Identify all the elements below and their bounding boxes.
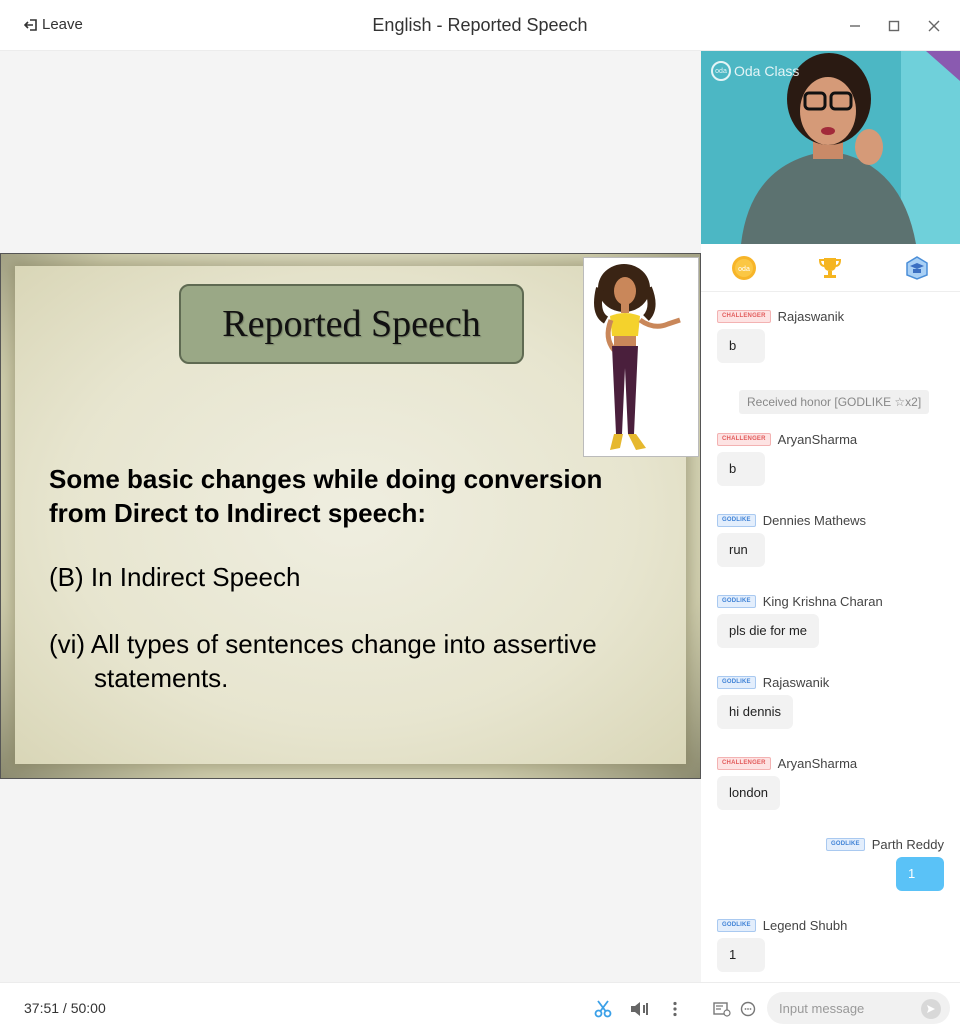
tab-class-rank[interactable] (903, 254, 931, 282)
rank-badge: CHALLENGER (717, 432, 771, 446)
rank-badge: GODLIKE (826, 837, 865, 851)
chat-bubble: hi dennis (717, 695, 794, 729)
chat-bubble: b (717, 452, 765, 486)
rank-badge: GODLIKE (717, 513, 756, 527)
chat-username: King Krishna Charan (762, 593, 883, 609)
title-bar: Leave English - Reported Speech (0, 0, 960, 51)
classroom-window: Leave English - Reported Speech Reported… (0, 0, 960, 1032)
graduation-cap-icon (906, 256, 928, 280)
chat-message: GODLIKE Dennies Mathews run (717, 512, 866, 567)
leave-icon (24, 18, 37, 31)
chat-message: GODLIKE Rajaswanik hi dennis (717, 674, 829, 729)
system-notice: Received honor [GODLIKE ☆x2] (739, 390, 930, 414)
slide-title-box: Reported Speech (179, 284, 524, 364)
speaker-icon (631, 1002, 648, 1016)
maximize-button[interactable] (884, 16, 904, 36)
send-button[interactable] (921, 999, 941, 1019)
window-title: English - Reported Speech (372, 15, 588, 35)
video-brand: oda Oda Class (711, 61, 799, 81)
chat-bubble: b (717, 329, 765, 363)
tab-leaderboard[interactable] (816, 254, 844, 282)
volume-button[interactable] (628, 998, 650, 1020)
chat-username: Rajaswanik (762, 674, 830, 690)
chat-bubble: london (717, 776, 781, 810)
trophy-icon (818, 258, 842, 278)
chat-message: GODLIKE King Krishna Charan pls die for m… (717, 593, 883, 648)
chat-bubble-icon (740, 1001, 756, 1017)
teacher-character-illustration (583, 257, 699, 457)
leave-button[interactable]: Leave (24, 16, 83, 33)
oda-logo-icon: oda (711, 61, 731, 81)
minimize-icon (850, 25, 860, 27)
playback-bar: 37:51 / 50:00 (0, 982, 701, 1032)
rank-badge: GODLIKE (717, 918, 756, 932)
slide-point-label: (vi) All types of sentences change into … (49, 629, 597, 693)
svg-text:oda: oda (738, 266, 750, 273)
teacher-video[interactable]: oda Oda Class (701, 51, 960, 244)
maximize-icon (888, 20, 900, 32)
rank-badge: GODLIKE (717, 594, 756, 608)
chat-bubble-own: 1 (896, 857, 944, 891)
slide-title: Reported Speech (222, 303, 481, 345)
chat-message: CHALLENGER AryanSharma london (717, 755, 857, 810)
chat-message: CHALLENGER AryanSharma b (717, 431, 857, 486)
chat-message-own: GODLIKE Parth Reddy 1 (826, 836, 944, 891)
chat-input-bar (701, 982, 960, 1032)
chat-list[interactable]: CHALLENGER Rajaswanik b Received honor [G… (701, 292, 960, 982)
slide-point-text: (vi) All types of sentences change into … (49, 627, 649, 695)
chat-filter-icon (713, 1002, 731, 1017)
panel-tabs: oda (701, 244, 960, 292)
chat-bubble: 1 (717, 938, 765, 972)
slide-subheading-text: (B) In Indirect Speech (49, 562, 301, 592)
minimize-button[interactable] (845, 16, 865, 36)
scissors-icon (594, 1000, 612, 1018)
rank-badge: CHALLENGER (717, 309, 771, 323)
chat-username: Legend Shubh (762, 917, 848, 933)
tab-oda-coins[interactable]: oda (730, 254, 758, 282)
chat-message: CHALLENGER Rajaswanik b (717, 308, 844, 363)
presentation-stage: Reported Speech Some basic changes while… (0, 51, 701, 982)
close-icon (928, 20, 940, 32)
chat-bubble: run (717, 533, 765, 567)
more-options-button[interactable] (664, 998, 686, 1020)
class-timer: 37:51 / 50:00 (24, 1000, 106, 1016)
emoji-button[interactable] (738, 999, 758, 1019)
chat-message: GODLIKE Legend Shubh 1 (717, 917, 847, 972)
chat-username: AryanSharma (777, 755, 858, 771)
scissors-button[interactable] (592, 998, 614, 1020)
close-button[interactable] (924, 16, 944, 36)
slide-heading-text: Some basic changes while doing conversio… (49, 464, 603, 528)
slide: Reported Speech Some basic changes while… (0, 253, 701, 779)
chat-filter-button[interactable] (712, 999, 732, 1019)
chat-username: AryanSharma (777, 431, 858, 447)
more-vertical-icon (673, 1001, 677, 1017)
coin-icon: oda (732, 256, 756, 280)
rank-badge: CHALLENGER (717, 756, 771, 770)
chat-username: Dennies Mathews (762, 512, 867, 528)
chat-bubble: pls die for me (717, 614, 820, 648)
chat-username: Rajaswanik (777, 308, 845, 324)
send-icon (927, 1005, 935, 1013)
video-brand-label: Oda Class (734, 63, 800, 79)
chat-username: Parth Reddy (871, 836, 944, 852)
rank-badge: GODLIKE (717, 675, 756, 689)
leave-label: Leave (42, 16, 83, 33)
